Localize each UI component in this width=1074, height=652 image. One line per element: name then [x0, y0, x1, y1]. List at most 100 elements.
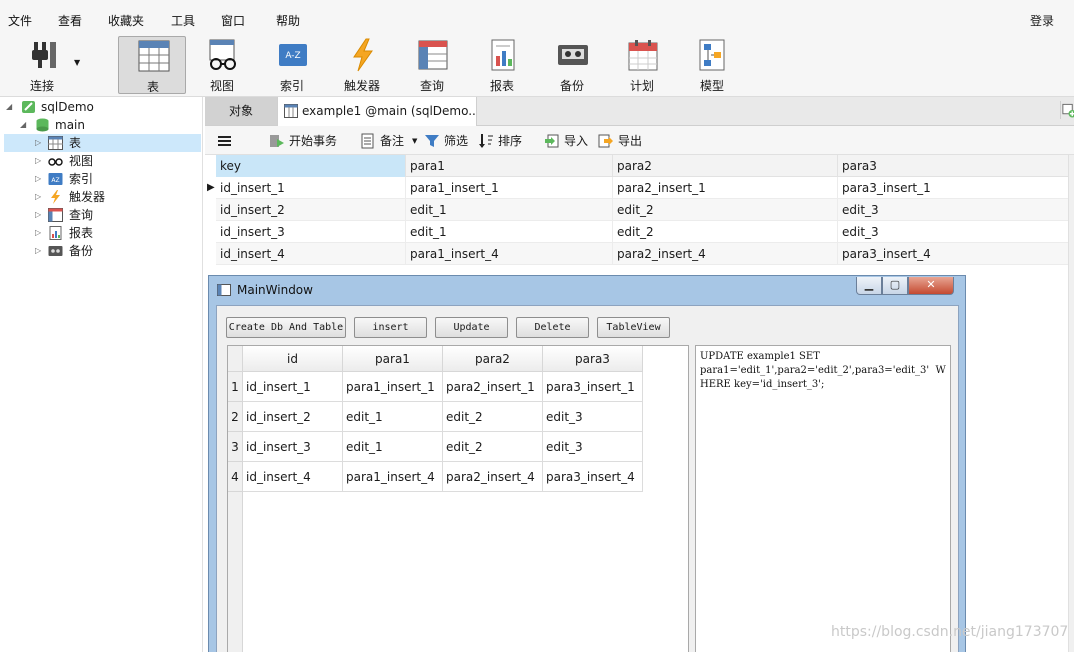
qt-header-para1[interactable]: para1 — [343, 346, 443, 372]
insert-button[interactable]: insert — [354, 317, 427, 338]
column-header-key[interactable]: key — [216, 155, 406, 177]
vertical-scrollbar[interactable] — [1068, 155, 1074, 652]
collapse-toggle-icon[interactable]: ▷ — [35, 170, 45, 188]
collapse-toggle-icon[interactable]: ▷ — [35, 206, 45, 224]
table-row[interactable]: id_insert_2 edit_1 edit_2 edit_3 — [216, 199, 1074, 221]
column-header-para2[interactable]: para2 — [613, 155, 838, 177]
connect-dropdown-icon[interactable]: ▼ — [74, 58, 80, 67]
collapse-toggle-icon[interactable]: ▷ — [35, 188, 45, 206]
cell-key[interactable]: id_insert_3 — [216, 221, 406, 243]
table-row[interactable]: id_insert_1 para1_insert_1 para2_insert_… — [216, 177, 1074, 199]
menu-file[interactable]: 文件 — [8, 12, 32, 29]
qt-cell-id[interactable]: id_insert_4 — [243, 462, 343, 492]
schedule-button[interactable]: 计划 — [608, 36, 676, 94]
cell-key[interactable]: id_insert_4 — [216, 243, 406, 265]
qt-cell-para3[interactable]: edit_3 — [543, 432, 643, 462]
trigger-button[interactable]: 触发器 — [328, 36, 396, 94]
cell-para3[interactable]: para3_insert_4 — [838, 243, 1074, 265]
qt-header-para3[interactable]: para3 — [543, 346, 643, 372]
tab-table-editor[interactable]: example1 @main (sqlDemo... — [277, 97, 477, 126]
qt-header-id[interactable]: id — [243, 346, 343, 372]
cell-para3[interactable]: para3_insert_1 — [838, 177, 1074, 199]
cell-para1[interactable]: para1_insert_1 — [406, 177, 613, 199]
cell-para3[interactable]: edit_3 — [838, 221, 1074, 243]
sort-button[interactable]: 排序 — [478, 132, 524, 150]
cell-key[interactable]: id_insert_1 — [216, 177, 406, 199]
cell-para3[interactable]: edit_3 — [838, 199, 1074, 221]
cell-key[interactable]: id_insert_2 — [216, 199, 406, 221]
close-button[interactable]: ✕ — [908, 277, 954, 295]
row-number[interactable]: 4 — [228, 462, 243, 492]
cell-para2[interactable]: edit_2 — [613, 199, 838, 221]
cell-para1[interactable]: para1_insert_4 — [406, 243, 613, 265]
row-number[interactable]: 2 — [228, 402, 243, 432]
menu-help[interactable]: 帮助 — [276, 12, 300, 29]
cell-para2[interactable]: para2_insert_1 — [613, 177, 838, 199]
index-button[interactable]: A-Z 索引 — [258, 36, 326, 94]
cell-para2[interactable]: edit_2 — [613, 221, 838, 243]
sql-output-textbox[interactable]: UPDATE example1 SET para1='edit_1',para2… — [695, 345, 951, 652]
tree-item-backups[interactable]: ▷ 备份 — [0, 242, 200, 260]
table-button[interactable]: 表 — [118, 36, 186, 94]
create-db-button[interactable]: Create Db And Table — [226, 317, 346, 338]
menu-window[interactable]: 窗口 — [221, 12, 245, 29]
backup-button[interactable]: 备份 — [538, 36, 606, 94]
row-number[interactable]: 1 — [228, 372, 243, 402]
qt-header-para2[interactable]: para2 — [443, 346, 543, 372]
tree-item-queries[interactable]: ▷ 查询 — [0, 206, 200, 224]
qt-table-view[interactable]: id para1 para2 para3 1 2 3 4 id_insert_1… — [227, 345, 689, 652]
table-row[interactable]: id_insert_4 para1_insert_4 para2_insert_… — [216, 243, 1074, 265]
column-header-para1[interactable]: para1 — [406, 155, 613, 177]
tableview-button[interactable]: TableView — [597, 317, 670, 338]
qt-cell-para2[interactable]: edit_2 — [443, 432, 543, 462]
begin-transaction-button[interactable]: 开始事务 — [269, 132, 349, 150]
qt-cell-id[interactable]: id_insert_1 — [243, 372, 343, 402]
model-button[interactable]: 模型 — [678, 36, 746, 94]
note-button[interactable]: 备注 ▼ — [360, 132, 418, 150]
qt-cell-para1[interactable]: edit_1 — [343, 402, 443, 432]
table-row[interactable]: id_insert_3 edit_1 edit_2 edit_3 — [216, 221, 1074, 243]
maximize-button[interactable]: ▢ — [882, 277, 908, 295]
row-number[interactable]: 3 — [228, 432, 243, 462]
qt-cell-id[interactable]: id_insert_3 — [243, 432, 343, 462]
view-button[interactable]: 视图 — [188, 36, 256, 94]
login-link[interactable]: 登录 — [1030, 12, 1054, 29]
tree-node-sqldemo[interactable]: ◢ sqlDemo — [0, 98, 200, 116]
collapse-toggle-icon[interactable]: ▷ — [35, 224, 45, 242]
qt-cell-para2[interactable]: para2_insert_1 — [443, 372, 543, 402]
connect-button[interactable]: 连接 — [8, 36, 76, 94]
tree-item-tables[interactable]: ▷ 表 — [0, 134, 200, 152]
tree-item-views[interactable]: ▷ 视图 — [0, 152, 200, 170]
new-tab-icon[interactable] — [1060, 101, 1074, 119]
tree-item-triggers[interactable]: ▷ 触发器 — [0, 188, 200, 206]
qt-cell-para1[interactable]: para1_insert_1 — [343, 372, 443, 402]
minimize-button[interactable]: ▁ — [856, 277, 882, 295]
collapse-toggle-icon[interactable]: ▷ — [35, 152, 45, 170]
menu-tools[interactable]: 工具 — [171, 12, 195, 29]
query-button[interactable]: 查询 — [398, 36, 466, 94]
export-button[interactable]: 导出 — [598, 132, 644, 150]
note-dropdown-icon[interactable]: ▼ — [412, 132, 417, 150]
collapse-toggle-icon[interactable]: ▷ — [35, 242, 45, 260]
tree-item-reports[interactable]: ▷ 报表 — [0, 224, 200, 242]
filter-button[interactable]: 筛选 — [424, 132, 470, 150]
menu-toggle-button[interactable] — [217, 132, 235, 150]
update-button[interactable]: Update — [435, 317, 508, 338]
mainwindow-titlebar[interactable]: MainWindow ▁ ▢ ✕ — [209, 276, 965, 304]
qt-cell-para1[interactable]: para1_insert_4 — [343, 462, 443, 492]
qt-cell-para1[interactable]: edit_1 — [343, 432, 443, 462]
qt-cell-para2[interactable]: edit_2 — [443, 402, 543, 432]
qt-cell-para3[interactable]: edit_3 — [543, 402, 643, 432]
qt-cell-para3[interactable]: para3_insert_1 — [543, 372, 643, 402]
table-corner[interactable] — [228, 346, 243, 372]
column-header-para3[interactable]: para3 — [838, 155, 1074, 177]
cell-para2[interactable]: para2_insert_4 — [613, 243, 838, 265]
qt-cell-id[interactable]: id_insert_2 — [243, 402, 343, 432]
import-button[interactable]: 导入 — [544, 132, 590, 150]
qt-cell-para2[interactable]: para2_insert_4 — [443, 462, 543, 492]
expand-toggle-icon[interactable]: ◢ — [20, 116, 30, 134]
report-button[interactable]: 报表 — [468, 36, 536, 94]
menu-view[interactable]: 查看 — [58, 12, 82, 29]
collapse-toggle-icon[interactable]: ▷ — [35, 134, 45, 152]
tab-objects[interactable]: 对象 — [205, 97, 277, 125]
